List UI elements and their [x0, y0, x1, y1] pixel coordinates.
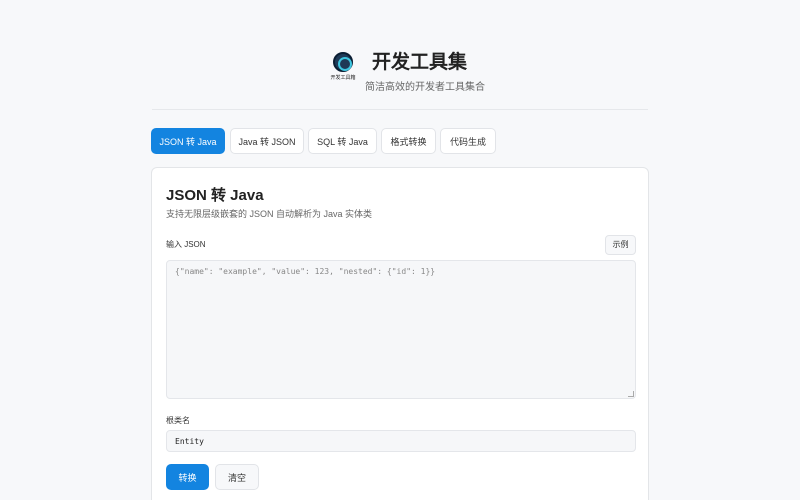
tab-sql-to-java[interactable]: SQL 转 Java — [308, 128, 377, 154]
class-name-label: 根类名 — [166, 416, 190, 425]
tab-code-generate[interactable]: 代码生成 — [440, 128, 496, 154]
json-input[interactable] — [166, 260, 636, 399]
logo-text: 开发工具箱 — [330, 75, 356, 81]
resize-handle-icon[interactable] — [628, 391, 634, 397]
json-input-label: 输入 JSON — [166, 240, 206, 249]
class-name-input[interactable] — [166, 430, 636, 452]
header-divider — [152, 109, 648, 110]
panel-title: JSON 转 Java — [166, 187, 264, 204]
tab-java-to-json[interactable]: Java 转 JSON — [230, 128, 304, 154]
app-header: 开发工具箱 开发工具集 简洁高效的开发者工具集合 — [0, 0, 800, 110]
clear-button[interactable]: 清空 — [215, 464, 259, 490]
tool-panel: JSON 转 Java 支持无限层级嵌套的 JSON 自动解析为 Java 实体… — [151, 167, 649, 500]
app-title: 开发工具集 — [372, 52, 468, 73]
convert-button[interactable]: 转换 — [166, 464, 209, 490]
panel-description: 支持无限层级嵌套的 JSON 自动解析为 Java 实体类 — [166, 209, 373, 219]
app-logo: 开发工具箱 — [330, 52, 356, 82]
tab-json-to-java[interactable]: JSON 转 Java — [151, 128, 225, 154]
tab-format-convert[interactable]: 格式转换 — [381, 128, 436, 154]
app-subtitle: 简洁高效的开发者工具集合 — [365, 82, 485, 93]
logo-icon — [333, 52, 353, 72]
example-button[interactable]: 示例 — [605, 235, 636, 255]
